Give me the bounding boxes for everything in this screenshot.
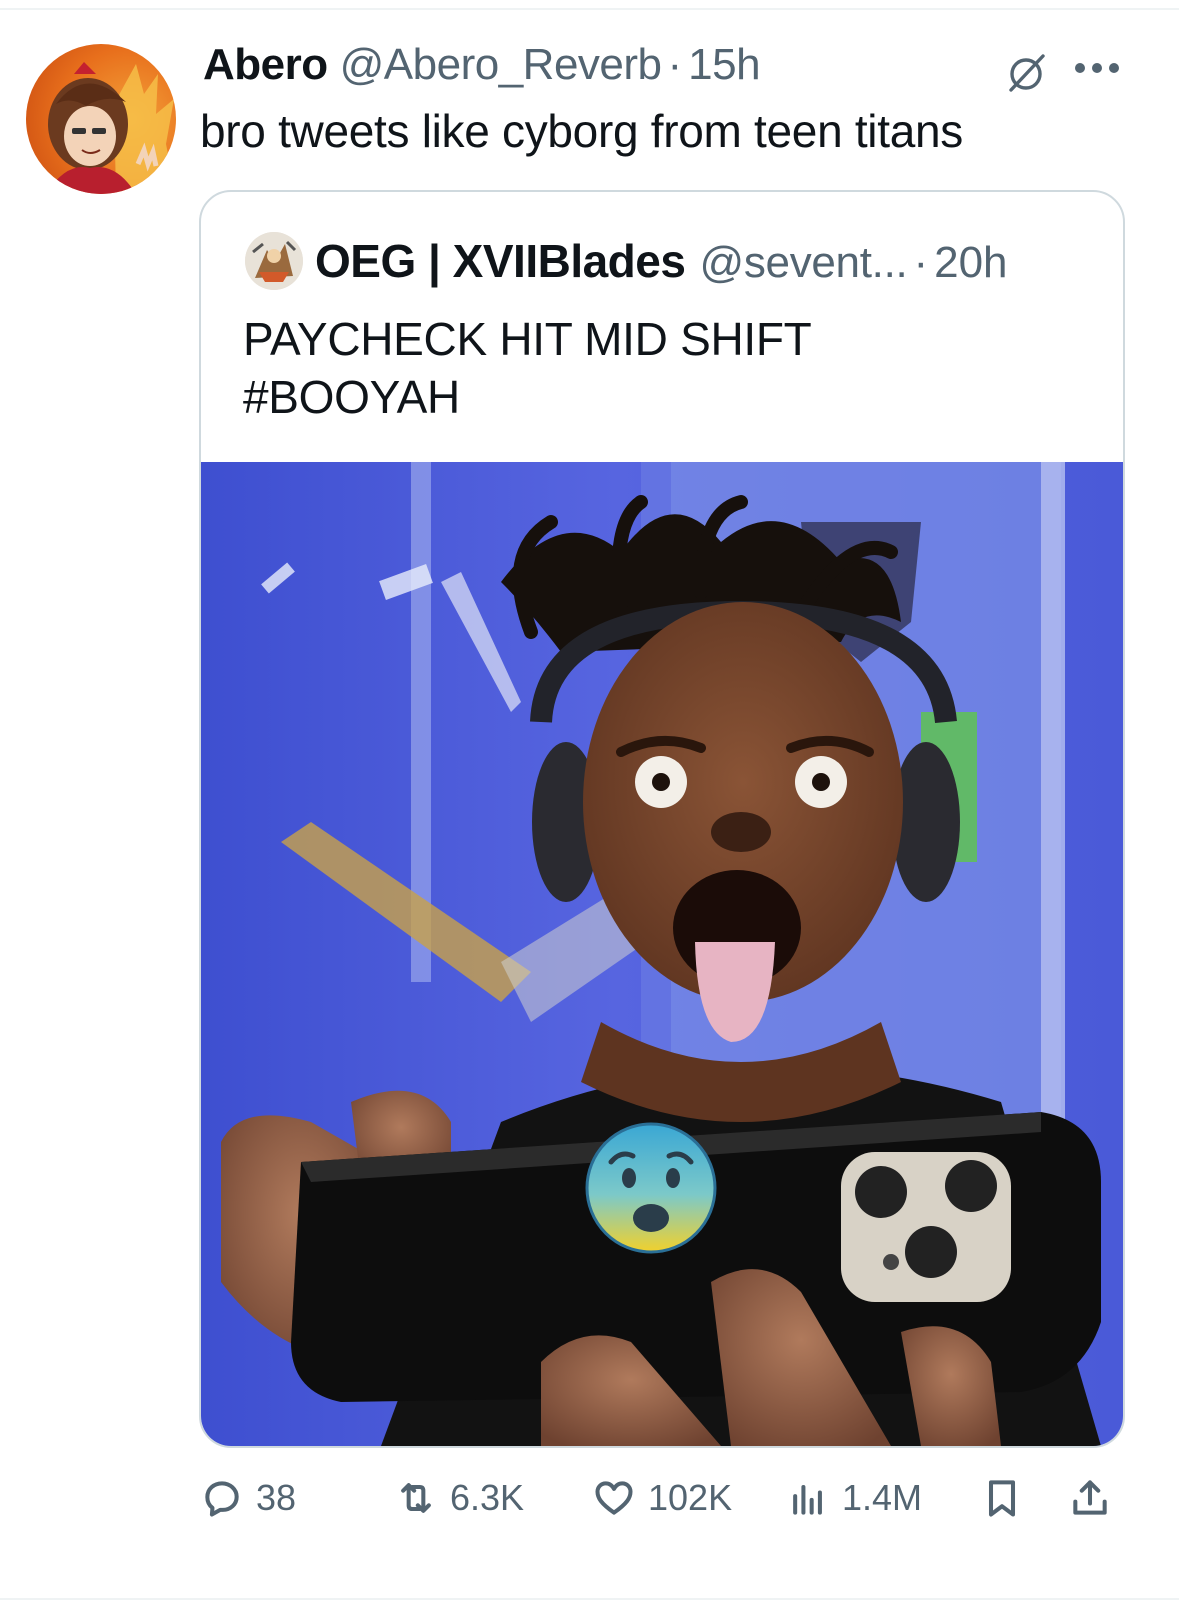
bookmark-button[interactable]: [980, 1470, 1024, 1526]
share-icon: [1073, 1480, 1107, 1515]
quoted-tweet-image[interactable]: [201, 462, 1123, 1446]
quoted-hashtag: #BOOYAH: [243, 371, 460, 423]
quoted-author-name: OEG | XVIIBlades: [315, 235, 686, 287]
reply-button[interactable]: 38: [200, 1470, 296, 1526]
top-divider: [0, 8, 1179, 10]
quoted-tweet-timestamp: 20h: [934, 238, 1008, 287]
tweet-text: bro tweets like cyborg from teen titans: [200, 105, 963, 157]
reply-icon: [205, 1481, 239, 1517]
views-count: 1.4M: [842, 1477, 923, 1518]
separator-dot: ·: [667, 40, 683, 89]
like-button[interactable]: 102K: [592, 1470, 732, 1526]
grok-icon[interactable]: [1003, 50, 1049, 96]
quoted-tweet-text: PAYCHECK HIT MID SHIFT #BOOYAH: [243, 310, 812, 426]
like-icon: [595, 1481, 633, 1515]
repost-icon: [401, 1483, 431, 1513]
separator-dot: ·: [913, 238, 929, 287]
author-handle[interactable]: @Abero_Reverb: [340, 40, 662, 90]
repost-count: 6.3K: [450, 1477, 525, 1518]
tweet-header: Abero @Abero_Reverb · 15h: [203, 40, 761, 96]
more-icon[interactable]: [1075, 56, 1125, 80]
quoted-tweet-card[interactable]: OEG | XVIIBlades @sevent... · 20h PAYCHE…: [199, 190, 1125, 1448]
author-name[interactable]: Abero: [203, 40, 328, 90]
views-icon: [793, 1484, 822, 1515]
share-button[interactable]: [1068, 1470, 1112, 1526]
bookmark-icon: [988, 1480, 1016, 1517]
fearful-emoji-icon: [585, 1122, 717, 1254]
views-button[interactable]: 1.4M: [786, 1470, 922, 1526]
bottom-divider: [0, 1598, 1179, 1600]
reply-count: 38: [256, 1477, 297, 1518]
quoted-author-avatar[interactable]: [245, 232, 303, 290]
tweet-actions: 38 6.3K 102K 1.4M: [0, 1470, 1179, 1526]
quoted-author-handle: @sevent...: [699, 238, 908, 287]
repost-button[interactable]: 6.3K: [394, 1470, 524, 1526]
quoted-text-line: PAYCHECK HIT MID SHIFT: [243, 313, 812, 365]
quoted-tweet-header: OEG | XVIIBlades @sevent... · 20h: [315, 234, 1008, 290]
like-count: 102K: [648, 1477, 733, 1518]
tweet-timestamp[interactable]: 15h: [688, 40, 760, 90]
author-avatar[interactable]: [26, 44, 176, 194]
